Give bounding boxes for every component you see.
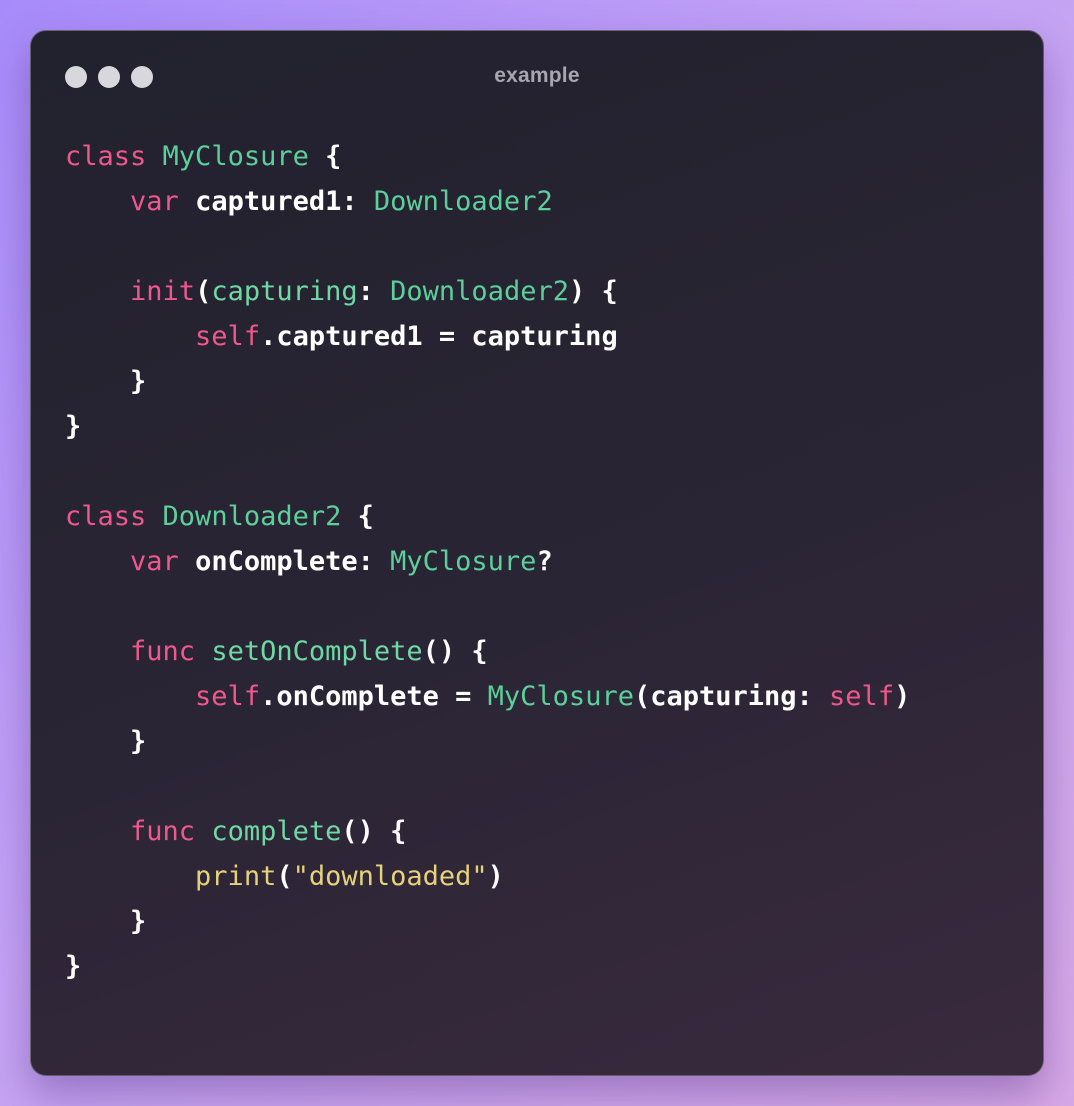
code-token-plain: ) {	[568, 276, 618, 307]
code-block: class MyClosure { var captured1: Downloa…	[65, 134, 910, 989]
window-title: example	[494, 64, 580, 87]
code-token-plain: )	[487, 861, 504, 892]
code-token-plain: .captured1 = capturing	[260, 321, 618, 352]
code-token-plain: }	[65, 411, 82, 442]
code-token-string-literal: "downloaded"	[292, 861, 488, 892]
code-token-plain: () {	[422, 636, 488, 667]
code-token-plain: () {	[341, 816, 407, 847]
code-token-keyword: self	[195, 321, 261, 352]
code-line: }	[65, 899, 910, 944]
code-token-keyword: var	[130, 546, 179, 577]
code-token-plain: {	[341, 501, 374, 532]
code-token-plain: captured1:	[178, 186, 374, 217]
code-line: }	[65, 359, 910, 404]
code-token-keyword: class	[65, 501, 147, 532]
code-token-plain: :	[357, 276, 391, 307]
code-line: var captured1: Downloader2	[65, 179, 910, 224]
code-line: }	[65, 719, 910, 764]
code-token-type-name: MyClosure	[162, 141, 309, 172]
code-token-plain: ?	[536, 546, 553, 577]
code-token-keyword: var	[130, 186, 179, 217]
code-line: self.captured1 = capturing	[65, 314, 910, 359]
code-line: }	[65, 404, 910, 449]
window-titlebar: example	[31, 31, 1043, 121]
code-token-plain: (	[276, 861, 293, 892]
code-token-type-name: Downloader2	[373, 186, 553, 217]
code-line: var onComplete: MyClosure?	[65, 539, 910, 584]
code-token-plain: {	[308, 141, 342, 172]
code-token-plain: (capturing:	[633, 681, 830, 712]
code-token-plain: }	[65, 726, 147, 757]
code-token-type-name: MyClosure	[487, 681, 634, 712]
code-token-keyword: class	[65, 141, 147, 172]
code-token-plain: (	[195, 276, 212, 307]
code-token-plain: .onComplete =	[260, 681, 488, 712]
code-token-keyword: self	[829, 681, 895, 712]
code-token-type-name: MyClosure	[390, 546, 537, 577]
code-line: class Downloader2 {	[65, 494, 910, 539]
code-line: print("downloaded")	[65, 854, 910, 899]
code-token-function-name: setOnComplete	[211, 636, 423, 667]
code-token-type-name: Downloader2	[162, 501, 342, 532]
code-line: }	[65, 944, 910, 989]
code-window: example class MyClosure { var captured1:…	[30, 30, 1044, 1076]
code-token-keyword: func	[130, 816, 196, 847]
code-line: func setOnComplete() {	[65, 629, 910, 674]
code-token-plain: }	[65, 906, 147, 937]
code-token-plain: }	[65, 366, 147, 397]
code-token-type-name: Downloader2	[390, 276, 569, 307]
code-token-function-name: complete	[211, 816, 342, 847]
code-token-function-call: print	[195, 861, 277, 892]
code-line: self.onComplete = MyClosure(capturing: s…	[65, 674, 910, 719]
code-token-keyword: func	[130, 636, 196, 667]
code-token-plain: onComplete:	[178, 546, 391, 577]
code-token-keyword: self	[195, 681, 261, 712]
code-line: class MyClosure {	[65, 134, 910, 179]
code-line: func complete() {	[65, 809, 910, 854]
code-token-keyword: init	[130, 276, 196, 307]
code-token-function-name: capturing	[211, 276, 358, 307]
code-line: init(capturing: Downloader2) {	[65, 269, 910, 314]
code-token-plain: )	[894, 681, 911, 712]
code-token-plain: }	[65, 951, 82, 982]
